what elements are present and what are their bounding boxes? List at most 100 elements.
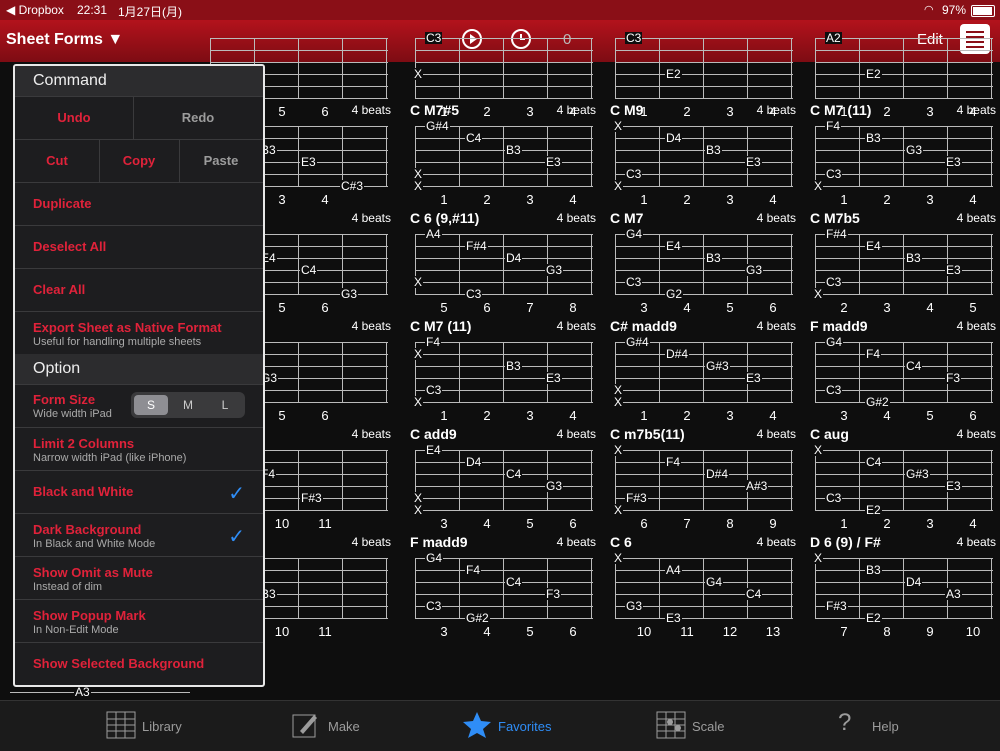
fretboard: A2 E2	[815, 32, 993, 99]
chord-name: F madd9	[810, 318, 868, 334]
tab-favorites[interactable]: Favorites	[462, 711, 551, 741]
cut-button[interactable]: Cut	[15, 140, 99, 182]
note-label: E3	[545, 371, 562, 385]
note-label: X	[413, 503, 424, 517]
note-label: D4	[505, 251, 523, 265]
export-item[interactable]: Export Sheet as Native Format Useful for …	[15, 311, 263, 354]
form-size-segmented: S M L	[131, 392, 245, 418]
limit-2-columns-item[interactable]: Limit 2 Columns Narrow width iPad (like i…	[15, 427, 263, 470]
dark-background-item[interactable]: Dark Background In Black and White Mode ✓	[15, 513, 263, 556]
note-label: E3	[665, 611, 682, 625]
tab-make[interactable]: Make	[292, 711, 360, 741]
chord-card[interactable]: C M7#5 4 beats G#4 C4 B3 E3 X X 1 2 3 4	[410, 100, 600, 208]
paste-button[interactable]: Paste	[179, 140, 263, 182]
note-label: D#4	[705, 467, 730, 481]
fret-number: 4	[969, 192, 977, 207]
fret-number: 10	[274, 624, 290, 639]
deselect-all-item[interactable]: Deselect All	[15, 225, 263, 268]
fret-number: 4	[883, 408, 891, 423]
note-label: B3	[905, 251, 922, 265]
show-omit-item[interactable]: Show Omit as Mute Instead of dim	[15, 556, 263, 599]
fret-number: 1	[440, 408, 448, 423]
copy-button[interactable]: Copy	[99, 140, 179, 182]
show-selected-bg-item[interactable]: Show Selected Background	[15, 642, 263, 685]
show-popup-sub: In Non-Edit Mode	[33, 624, 119, 636]
note-label: A3	[74, 685, 91, 699]
tab-favorites-label: Favorites	[498, 719, 552, 734]
fret-number: 3	[926, 516, 934, 531]
chord-card[interactable]: D 6 (9) / F# 4 beats X B3 D4 A3 F#3 E2 7 8 9 10	[810, 532, 1000, 640]
chord-card[interactable]: C M7 (11) 4 beats F4 B3 G3 E3 C3 X 1 2 3 4	[810, 100, 1000, 208]
chord-card[interactable]: C 6 4 beats X A4 G4 C4 G3 E3 10 11 12 13	[610, 532, 800, 640]
chord-card[interactable]: C m7b5(11) 4 beats X F4 D#4 A#3 F#3 X 6 7 8 9	[610, 424, 800, 532]
note-label: X	[413, 347, 424, 361]
tab-scale[interactable]: Scale	[656, 711, 725, 741]
black-white-item[interactable]: Black and White ✓	[15, 470, 263, 513]
chord-beats: 4 beats	[756, 103, 796, 117]
fret-number: 1	[640, 192, 648, 207]
chord-card[interactable]: C M9 4 beats X D4 B3 E3 C3 X 1 2 3 4	[610, 100, 800, 208]
fret-number: 6	[569, 624, 577, 639]
tab-bar: Library Make Favorites Scale ? Help	[0, 700, 1000, 751]
show-omit-sub: Instead of dim	[33, 581, 103, 593]
chord-card[interactable]: C# madd9 4 beats G#4 D#4 G#3 E3 X X 1 2 3 4	[610, 316, 800, 424]
fretboard: C3 E2	[615, 32, 793, 99]
chord-beats: 4 beats	[556, 535, 596, 549]
chord-card[interactable]: F madd9 4 beats G4 F4 C4 F3 C3 G#2 3 4 5 6	[410, 532, 600, 640]
note-label: F#3	[825, 599, 848, 613]
chord-card[interactable]: F madd9 4 beats G4 F4 C4 F3 C3 G#2 3 4 5 6	[810, 316, 1000, 424]
size-m-option[interactable]: M	[171, 395, 205, 415]
fret-number: 4	[483, 624, 491, 639]
fret-number: 5	[440, 300, 448, 315]
note-label: G#2	[465, 611, 490, 625]
chord-card[interactable]: C aug 4 beats X C4 G#3 E3 C3 E2 1 2 3 4	[810, 424, 1000, 532]
note-label: F4	[465, 563, 482, 577]
fretboard: X D4 B3 E3 C3 X	[613, 120, 793, 192]
fret-number: 10	[965, 624, 981, 639]
checkmark-icon: ✓	[228, 526, 245, 548]
limit-2-label: Limit 2 Columns	[33, 436, 135, 451]
export-label: Export Sheet as Native Format	[33, 320, 222, 335]
undo-button[interactable]: Undo	[15, 97, 133, 139]
size-s-option[interactable]: S	[134, 395, 168, 415]
fret-number: 4	[683, 300, 691, 315]
tab-library[interactable]: Library	[106, 711, 182, 741]
chord-card[interactable]: C add9 4 beats E4 D4 C4 G3 X X 3 4 5 6	[410, 424, 600, 532]
note-label: E4	[865, 239, 882, 253]
note-label: C4	[745, 587, 763, 601]
fret-number: 2	[840, 300, 848, 315]
chord-card[interactable]: C M7 (11) 4 beats F4 X B3 E3 C3 X 1 2 3 4	[410, 316, 600, 424]
form-size-sub: Wide width iPad	[33, 408, 112, 420]
redo-button[interactable]: Redo	[133, 97, 263, 139]
note-label: X	[613, 443, 624, 457]
duplicate-item[interactable]: Duplicate	[15, 182, 263, 225]
back-to-app[interactable]: ◀ Dropbox	[6, 3, 64, 17]
fret-number: 2	[683, 408, 691, 423]
show-popup-item[interactable]: Show Popup Mark In Non-Edit Mode	[15, 599, 263, 642]
note-label: F4	[665, 455, 682, 469]
note-label: E3	[745, 371, 762, 385]
fret-number: 2	[483, 408, 491, 423]
sheet-forms-menu-button[interactable]: Sheet Forms ▼	[6, 31, 123, 49]
note-label: F#4	[825, 227, 848, 241]
fret-number: 3	[526, 408, 534, 423]
chord-card[interactable]: C M7 4 beats G4 E4 B3 G3 C3 G2 3 4 5 6	[610, 208, 800, 316]
note-label: F#3	[300, 491, 323, 505]
note-label: X	[813, 443, 824, 457]
note-label: C3	[825, 167, 843, 181]
note-label: G#3	[905, 467, 930, 481]
limit-2-sub: Narrow width iPad (like iPhone)	[33, 452, 187, 464]
fret-number: 3	[883, 300, 891, 315]
note-label: X	[613, 503, 624, 517]
fret-number: 6	[569, 516, 577, 531]
chord-card[interactable]: C 6 (9,#11) 4 beats A4 F#4 D4 G3 X C3 5 6 7 8	[410, 208, 600, 316]
note-label: C3	[825, 275, 843, 289]
note-label: X	[813, 287, 824, 301]
note-label: X	[813, 179, 824, 193]
clear-all-item[interactable]: Clear All	[15, 268, 263, 311]
size-l-option[interactable]: L	[208, 395, 242, 415]
chord-name: C M9	[610, 102, 644, 118]
fretboard: F4 X B3 E3 C3 X	[413, 336, 593, 408]
chord-card[interactable]: C M7b5 4 beats F#4 E4 B3 E3 C3 X 2 3 4 5	[810, 208, 1000, 316]
note-label: F3	[545, 587, 562, 601]
